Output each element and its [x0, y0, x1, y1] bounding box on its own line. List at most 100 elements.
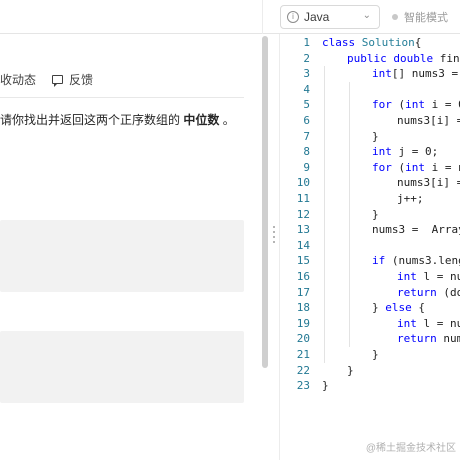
feedback-label: 反馈	[69, 72, 94, 87]
problem-description: 请你找出并返回这两个正序数组的 中位数 。	[0, 111, 235, 128]
panel-scrollbar[interactable]	[262, 36, 268, 368]
line-number: 14	[296, 238, 310, 252]
code-line: 19 int l = num	[280, 316, 460, 332]
info-icon: i	[287, 11, 299, 23]
code-token: {	[414, 36, 422, 49]
line-number: 19	[296, 316, 310, 330]
keyword-token: int	[397, 270, 424, 283]
code-token: findM	[439, 51, 460, 65]
code-text: nums3[i] =	[397, 175, 460, 191]
language-select[interactable]: i Java ⌄	[280, 5, 380, 29]
code-token: l = num	[423, 316, 460, 330]
code-line: 17 return (dou	[280, 285, 460, 301]
toolbar-divider	[262, 0, 263, 34]
line-number: 22	[296, 363, 310, 377]
line-number: 12	[296, 207, 310, 221]
example-block-2	[0, 331, 244, 403]
keyword-token: for	[372, 98, 399, 112]
code-text: }	[347, 363, 354, 379]
problem-actions: 收动态 反馈	[0, 70, 109, 88]
toggle-dot-icon	[392, 14, 398, 20]
code-token: [] nums3 = n	[391, 67, 459, 81]
line-number: 5	[303, 98, 310, 112]
code-line: 8 int j = 0;	[280, 144, 460, 160]
description-text: 请你找出并返回这两个正序数组的	[0, 113, 181, 127]
code-text: nums3[i] =	[397, 113, 460, 129]
type-token: Solution	[361, 36, 415, 49]
keyword-token: else	[385, 301, 419, 315]
code-token: {	[418, 301, 425, 315]
code-token: l = num	[423, 270, 460, 283]
line-number: 16	[296, 270, 310, 283]
code-text: for (int i = 0	[372, 97, 460, 113]
code-token: }	[372, 207, 379, 221]
line-number: 8	[303, 145, 310, 159]
keyword-token: class	[322, 36, 362, 49]
code-token: i = nu	[431, 160, 460, 174]
code-text: j++;	[397, 191, 424, 207]
code-line: 16 int l = num	[280, 269, 460, 285]
line-number: 13	[296, 223, 310, 237]
line-number: 21	[296, 348, 310, 361]
example-block-1	[0, 220, 244, 292]
keyword-token: return	[397, 285, 444, 299]
code-text: nums3 = Arrays	[372, 222, 460, 238]
keyword-token: if	[372, 254, 392, 268]
line-number: 7	[303, 129, 310, 143]
code-token: j = 0;	[398, 145, 439, 159]
code-line: 9 for (int i = nu	[280, 160, 460, 176]
code-text: for (int i = nu	[372, 160, 460, 176]
code-text: }	[322, 378, 329, 394]
code-token: }	[372, 348, 379, 361]
code-line: 14	[280, 238, 460, 254]
code-line: 11 j++;	[280, 191, 460, 207]
code-line: 5 for (int i = 0	[280, 97, 460, 113]
line-number: 23	[296, 379, 310, 393]
line-number: 10	[296, 176, 310, 190]
line-number: 15	[296, 254, 310, 268]
code-token: (dou	[443, 285, 460, 299]
code-token: }	[347, 363, 354, 377]
description-tail: 。	[222, 113, 235, 127]
problem-panel: 收动态 反馈 请你找出并返回这两个正序数组的 中位数 。	[0, 34, 262, 460]
collect-action[interactable]: 收动态	[0, 71, 36, 88]
smart-mode-label: 智能模式	[404, 12, 448, 24]
code-text: }	[372, 207, 379, 223]
panel-splitter-handle[interactable]	[272, 226, 276, 248]
keyword-token: int	[372, 67, 392, 81]
chevron-down-icon: ⌄	[362, 10, 371, 21]
line-number: 2	[303, 51, 310, 65]
description-bold: 中位数	[183, 113, 220, 127]
code-line: 6 nums3[i] =	[280, 113, 460, 129]
top-toolbar: i Java ⌄ 智能模式	[0, 0, 460, 34]
code-text: class Solution{	[322, 35, 421, 51]
code-text: } else {	[372, 300, 425, 316]
language-label: Java	[304, 10, 330, 24]
line-number: 17	[296, 285, 310, 299]
code-text: return (dou	[397, 285, 460, 301]
code-editor[interactable]: 1class Solution{2public double findM3int…	[279, 34, 460, 460]
watermark: @稀土掘金技术社区	[365, 443, 456, 454]
code-text: }	[372, 129, 379, 145]
code-token: i = 0	[431, 98, 460, 112]
line-number: 6	[303, 114, 310, 127]
code-token: (nums3.lengt	[391, 254, 460, 268]
code-line: 7}	[280, 129, 460, 145]
feedback-button[interactable]: 反馈	[52, 71, 93, 88]
code-token: }	[372, 301, 386, 315]
line-number: 11	[296, 192, 310, 205]
code-text: if (nums3.lengt	[372, 253, 460, 269]
code-token: }	[372, 129, 379, 143]
code-text: public double findM	[347, 51, 460, 67]
code-line: 4	[280, 82, 460, 98]
code-token: j++;	[397, 192, 424, 205]
code-text: return nums	[397, 331, 460, 347]
code-text: int[] nums3 = n	[372, 66, 460, 82]
smart-mode-toggle[interactable]: 智能模式	[392, 9, 448, 25]
line-number: 9	[303, 160, 310, 174]
code-text: int j = 0;	[372, 144, 438, 160]
keyword-token: for	[372, 160, 399, 174]
code-line: 18} else {	[280, 300, 460, 316]
collect-label: 收动态	[0, 72, 37, 87]
leetcode-page: i Java ⌄ 智能模式 收动态 反馈 请你找出并返回这两个正序数组的 中位数…	[0, 0, 460, 460]
